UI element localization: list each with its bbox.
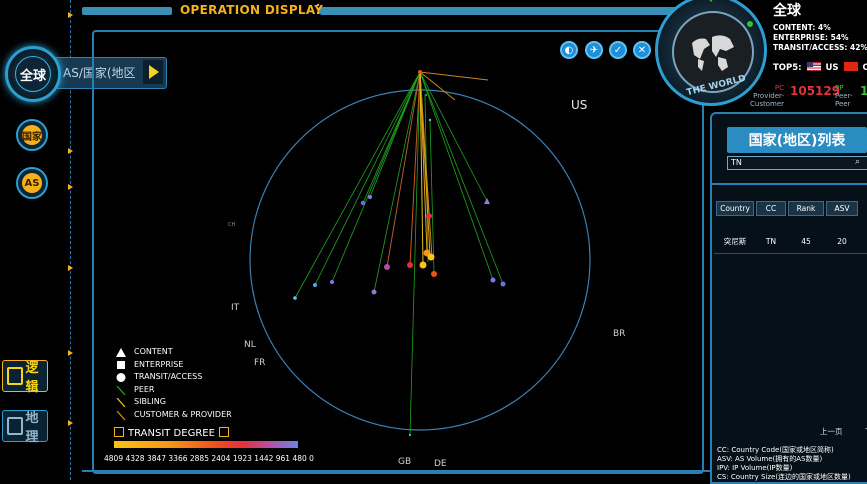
prev-page-button[interactable]: 上一页 [820,427,843,436]
map-label-nl: NL [244,340,256,350]
share-icon[interactable]: ◐ [560,41,578,59]
panel-divider [712,183,867,185]
provider-customer-count: 105129 [790,84,841,98]
status-dot [747,21,753,27]
transit-degree-ticks: 4809 4328 3847 3366 2885 2404 1923 1442 … [104,454,314,463]
sibling-line-icon [116,398,126,408]
enterprise-share: ENTERPRISE: 54% [773,33,849,42]
map-label-it: IT [231,303,240,313]
as-nodes [293,70,506,437]
close-icon[interactable]: ✕ [633,41,651,59]
map-label-gb: GB [398,457,412,467]
map-label-us: US [571,98,588,112]
triangle-icon [116,348,126,357]
col-country[interactable]: Country [716,201,754,216]
top5-countries: TOP5: US CN [773,62,867,73]
provider-customer-label: PC Provider- Customer [750,84,785,108]
peer-line-icon [116,385,126,395]
peer-links [294,71,504,436]
table-row-divider [714,253,867,254]
col-rank[interactable]: Rank [788,201,824,216]
cn-flag-icon [843,62,858,71]
transit-degree-scale [114,441,298,448]
content-share: CONTENT: 4% [773,23,831,32]
pager: 上一页 下 [820,426,867,437]
circle-icon [116,373,126,383]
cell-country[interactable]: 突尼斯 [716,233,754,249]
legend-content: CONTENT [114,346,232,359]
col-cc[interactable]: CC [756,201,786,216]
bird-icon[interactable]: ✈ [585,41,603,59]
box-icon [218,427,229,437]
col-asv[interactable]: ASV [826,201,858,216]
us-flag-icon [806,62,821,71]
square-icon [117,360,125,369]
country-search-input[interactable]: TN [727,156,867,170]
box-icon [114,427,124,437]
world-ring [249,89,591,431]
legend-enterprise: ENTERPRISE [114,359,232,372]
peer-peer-count: 1 [860,84,867,98]
customer-links [386,71,489,268]
cell-asv[interactable]: 20 [826,233,858,249]
pin-icon [704,0,718,2]
map-label-br: BR [613,329,626,339]
legend-customer: CUSTOMER & PROVIDER [114,409,232,422]
legend-transit: TRANSIT/ACCESS [114,371,232,384]
legend-sibling: SIBLING [114,396,232,409]
legend-peer: PEER [114,384,232,397]
scope-title: 全球 [773,3,801,19]
cell-rank[interactable]: 45 [788,233,824,249]
legend: CONTENT ENTERPRISE TRANSIT/ACCESS PEER S… [114,346,232,422]
transit-degree-title: TRANSIT DEGREE [114,427,229,439]
map-label-ch: CH [228,222,236,228]
map-label-fr: FR [254,358,266,368]
column-notes: CC: Country Code(国家或地区简称) ASV: AS Volume… [717,446,851,481]
search-icon[interactable]: ⌕ [855,157,860,167]
transit-share: TRANSIT/ACCESS: 42% [773,43,867,52]
check-icon[interactable]: ✓ [609,41,627,59]
peer-peer-label: PP Peer- Peer [835,84,853,108]
map-label-de: DE [434,459,447,469]
panel-title: 国家(地区)列表 [727,127,867,153]
customer-line-icon [116,410,126,420]
cell-cc[interactable]: TN [756,233,786,249]
